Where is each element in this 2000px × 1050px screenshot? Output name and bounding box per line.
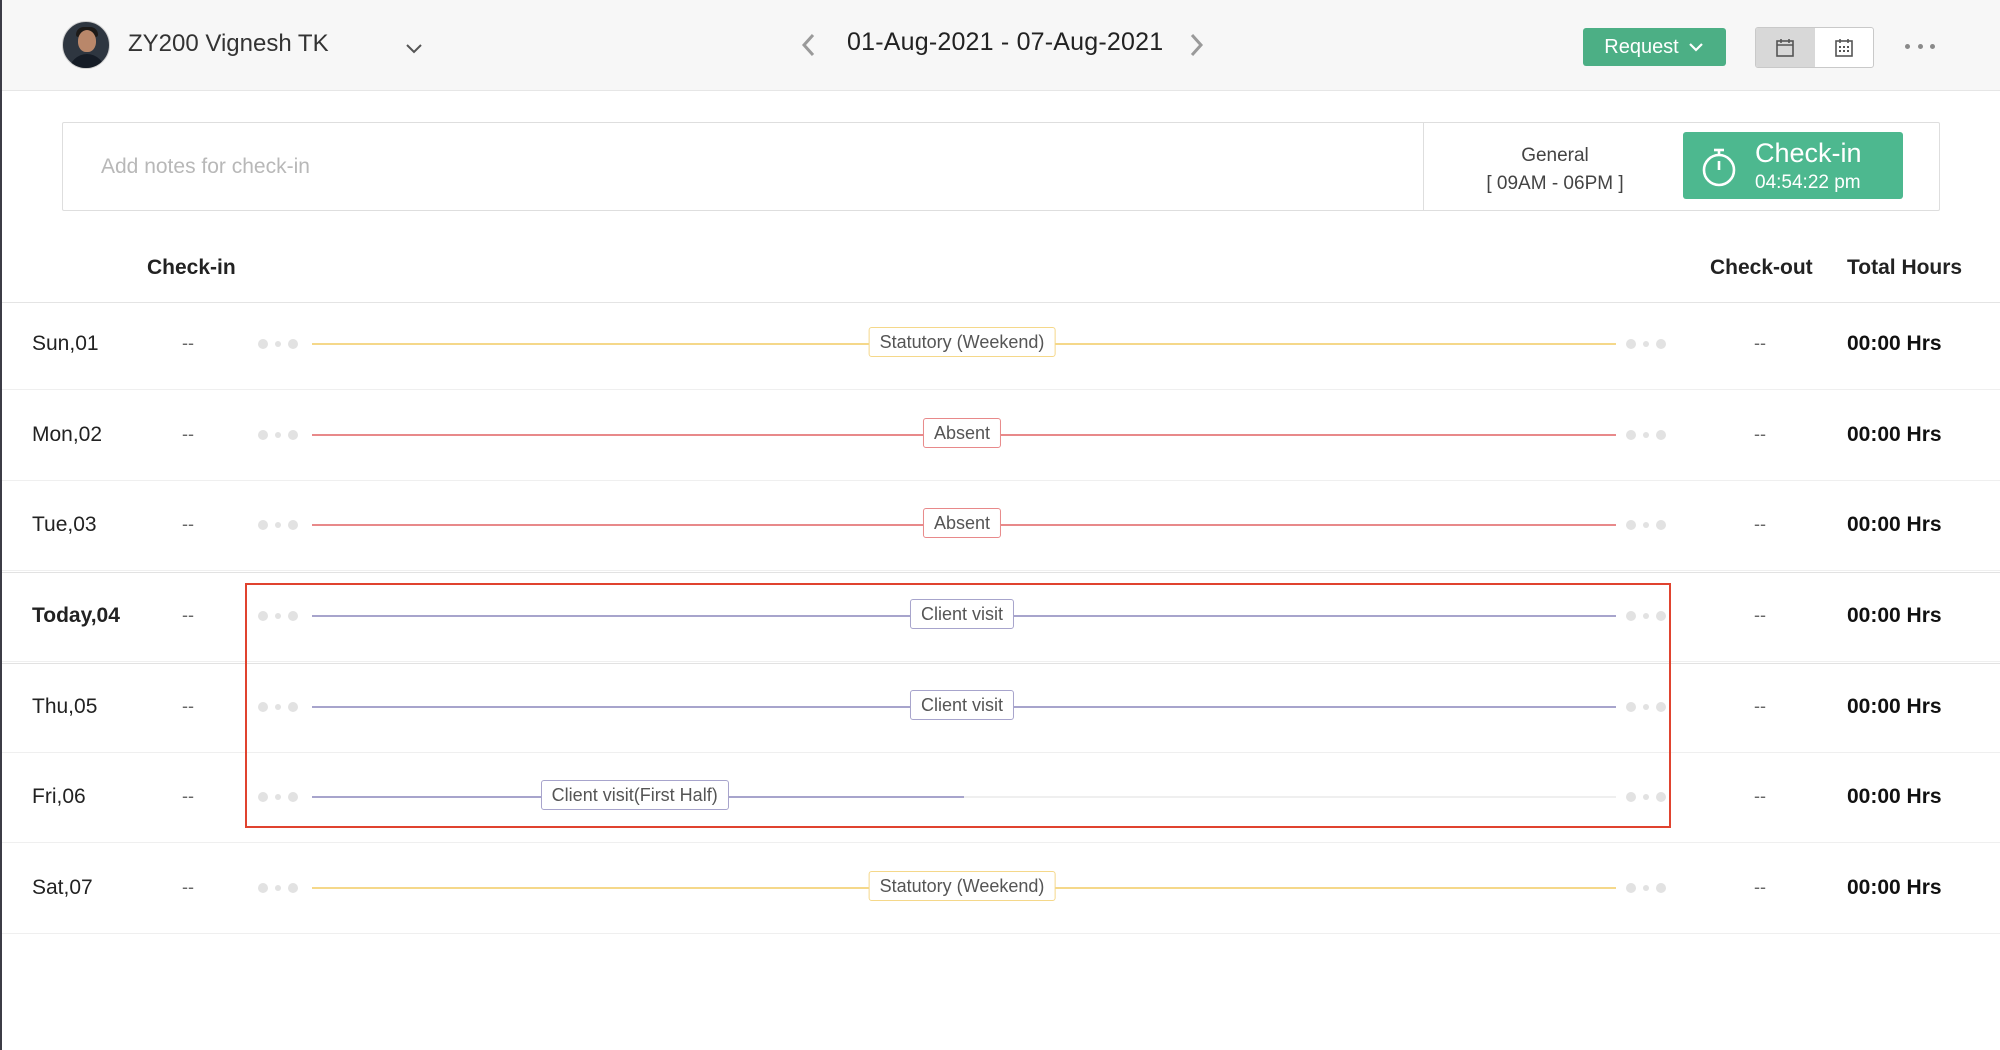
timeline-start-dots bbox=[258, 338, 300, 350]
chevron-down-icon[interactable] bbox=[402, 36, 426, 60]
timeline-start-dots bbox=[258, 791, 300, 803]
attendance-row[interactable]: Sat,07 -- Statutory (Weekend) -- 00:00 Hrs bbox=[2, 844, 2000, 934]
timeline-start-dots bbox=[258, 701, 300, 713]
checkin-panel: General [ 09AM - 06PM ] Check-in 04:54:2… bbox=[62, 122, 1940, 211]
status-tag[interactable]: Client visit bbox=[909, 690, 1015, 720]
panel-divider bbox=[1423, 123, 1424, 210]
status-tag[interactable]: Statutory (Weekend) bbox=[868, 871, 1056, 901]
timeline-end-dots bbox=[1626, 791, 1668, 803]
status-tag[interactable]: Client visit bbox=[909, 599, 1015, 629]
status-tag[interactable]: Statutory (Weekend) bbox=[868, 327, 1056, 357]
timeline-end-dots bbox=[1626, 610, 1668, 622]
checkin-button-label: Check-in bbox=[1755, 138, 1862, 168]
row-checkin: -- bbox=[182, 514, 194, 534]
next-week-icon[interactable] bbox=[1185, 30, 1207, 60]
attendance-row[interactable]: Thu,05 -- Client visit -- 00:00 Hrs bbox=[2, 663, 2000, 753]
row-total-hours: 00:00 Hrs bbox=[1847, 604, 1942, 627]
timeline-start-dots bbox=[258, 882, 300, 894]
status-tag[interactable]: Absent bbox=[922, 508, 1002, 538]
timeline-start-dots bbox=[258, 610, 300, 622]
row-day: Sat,07 bbox=[32, 876, 93, 899]
attendance-row[interactable]: Tue,03 -- Absent -- 00:00 Hrs bbox=[2, 481, 2000, 571]
row-divider bbox=[2, 572, 2000, 573]
row-day: Fri,06 bbox=[32, 785, 86, 808]
column-header-checkin: Check-in bbox=[147, 256, 236, 279]
timeline-end-dots bbox=[1626, 519, 1668, 531]
row-checkin: -- bbox=[182, 786, 194, 806]
top-bar: ZY200 Vignesh TK 01-Aug-2021 - 07-Aug-20… bbox=[2, 0, 2000, 91]
row-checkin: -- bbox=[182, 877, 194, 897]
request-button-label: Request bbox=[1604, 35, 1679, 58]
status-tag[interactable]: Client visit(First Half) bbox=[540, 780, 729, 810]
row-checkin: -- bbox=[182, 605, 194, 625]
timeline-end-dots bbox=[1626, 338, 1668, 350]
attendance-row[interactable]: Today,04 -- Client visit -- 00:00 Hrs bbox=[2, 572, 2000, 662]
attendance-row[interactable]: Sun,01 -- Statutory (Weekend) -- 00:00 Hrs bbox=[2, 300, 2000, 390]
row-checkout: -- bbox=[1754, 786, 1766, 806]
row-total-hours: 00:00 Hrs bbox=[1847, 785, 1942, 808]
row-day: Tue,03 bbox=[32, 513, 97, 536]
timeline-start-dots bbox=[258, 519, 300, 531]
attendance-row[interactable]: Mon,02 -- Absent -- 00:00 Hrs bbox=[2, 391, 2000, 481]
checkin-button[interactable]: Check-in 04:54:22 pm bbox=[1683, 132, 1903, 199]
row-total-hours: 00:00 Hrs bbox=[1847, 513, 1942, 536]
row-checkout: -- bbox=[1754, 514, 1766, 534]
status-tag[interactable]: Absent bbox=[922, 418, 1002, 448]
timeline-end-dots bbox=[1626, 701, 1668, 713]
row-checkin: -- bbox=[182, 333, 194, 353]
checkin-notes-input[interactable] bbox=[63, 123, 1423, 210]
column-header-total-hours: Total Hours bbox=[1847, 256, 1963, 279]
row-total-hours: 00:00 Hrs bbox=[1847, 423, 1942, 446]
row-checkin: -- bbox=[182, 696, 194, 716]
stopwatch-icon bbox=[1702, 148, 1736, 187]
request-button[interactable]: Request bbox=[1583, 28, 1726, 66]
more-options-icon[interactable] bbox=[1905, 36, 1935, 56]
view-toggle bbox=[1755, 27, 1874, 68]
row-checkout: -- bbox=[1754, 696, 1766, 716]
row-total-hours: 00:00 Hrs bbox=[1847, 332, 1942, 355]
shift-hours: [ 09AM - 06PM ] bbox=[1486, 173, 1624, 194]
calendar-view-button[interactable] bbox=[1815, 28, 1874, 67]
row-day: Thu,05 bbox=[32, 695, 98, 718]
list-view-button[interactable] bbox=[1756, 28, 1815, 67]
previous-week-icon[interactable] bbox=[798, 30, 820, 60]
day-calendar-icon bbox=[1776, 38, 1795, 57]
row-checkout: -- bbox=[1754, 877, 1766, 897]
row-checkout: -- bbox=[1754, 333, 1766, 353]
timeline-end-dots bbox=[1626, 429, 1668, 441]
row-day: Sun,01 bbox=[32, 332, 99, 355]
row-checkin: -- bbox=[182, 424, 194, 444]
timeline-start-dots bbox=[258, 429, 300, 441]
chevron-down-icon bbox=[1688, 43, 1703, 52]
avatar[interactable] bbox=[62, 21, 110, 69]
attendance-row[interactable]: Fri,06 -- Client visit(First Half) -- 00:00 … bbox=[2, 753, 2000, 843]
row-checkout: -- bbox=[1754, 605, 1766, 625]
timeline-bar bbox=[312, 796, 1616, 798]
row-divider bbox=[2, 663, 2000, 664]
shift-name: General bbox=[1521, 145, 1589, 166]
row-day: Mon,02 bbox=[32, 423, 103, 446]
row-checkout: -- bbox=[1754, 424, 1766, 444]
row-day: Today,04 bbox=[32, 604, 120, 627]
row-total-hours: 00:00 Hrs bbox=[1847, 876, 1942, 899]
employee-name[interactable]: ZY200 Vignesh TK bbox=[128, 30, 329, 58]
timeline-end-dots bbox=[1626, 882, 1668, 894]
column-header-checkout: Check-out bbox=[1710, 256, 1813, 279]
checkin-current-time: 04:54:22 pm bbox=[1755, 172, 1861, 193]
date-range: 01-Aug-2021 - 07-Aug-2021 bbox=[847, 28, 1164, 56]
row-total-hours: 00:00 Hrs bbox=[1847, 695, 1942, 718]
month-calendar-icon bbox=[1834, 38, 1853, 57]
